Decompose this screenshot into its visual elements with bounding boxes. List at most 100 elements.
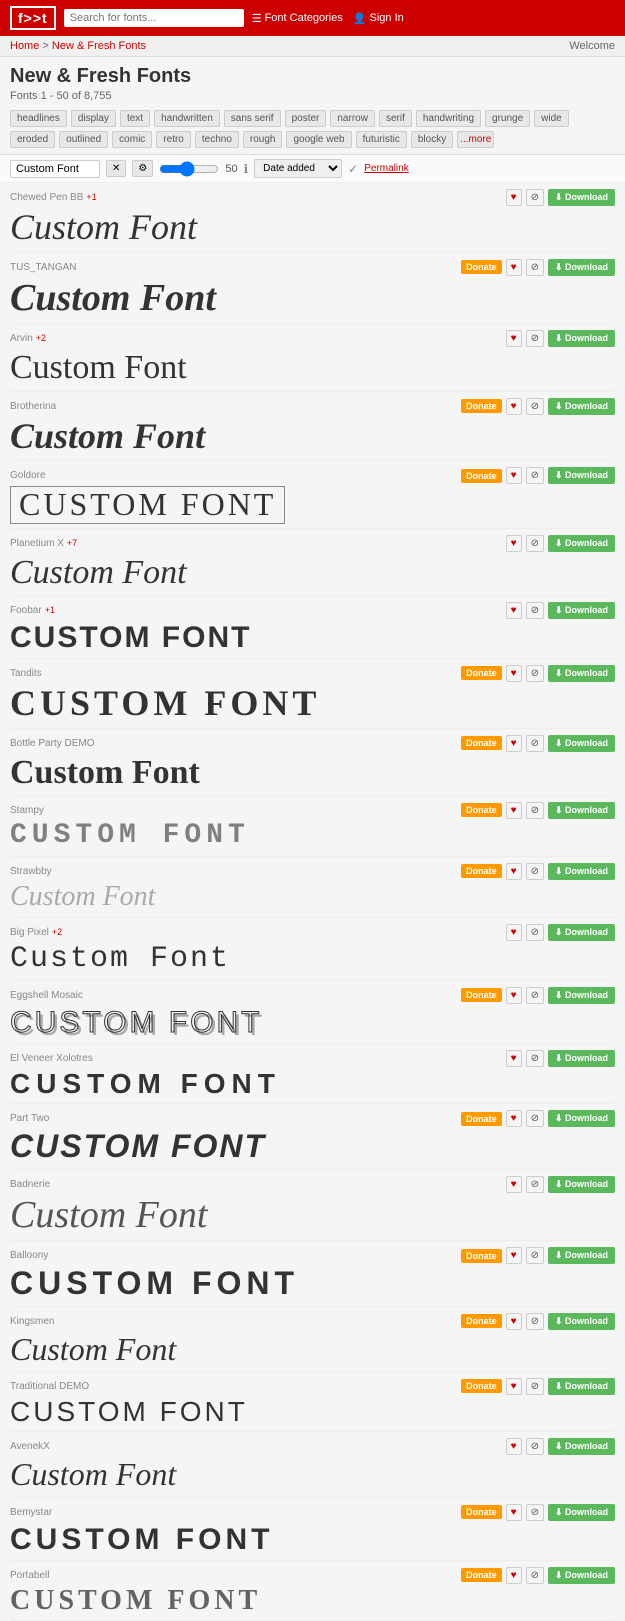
heart-button[interactable]: ♥: [506, 535, 522, 552]
block-button[interactable]: ⊘: [526, 330, 544, 347]
heart-button[interactable]: ♥: [506, 1313, 522, 1330]
block-button[interactable]: ⊘: [526, 802, 544, 819]
download-button[interactable]: ⬇ Download: [548, 1438, 615, 1455]
block-button[interactable]: ⊘: [526, 259, 544, 276]
block-button[interactable]: ⊘: [526, 1567, 544, 1584]
tag-display[interactable]: display: [71, 110, 116, 127]
donate-button[interactable]: Donate: [461, 260, 502, 274]
preview-text-input[interactable]: [10, 160, 100, 178]
tag-more[interactable]: ...more: [457, 131, 494, 148]
heart-button[interactable]: ♥: [506, 802, 522, 819]
font-name-label[interactable]: Bemystar: [10, 1507, 52, 1518]
font-name-label[interactable]: Foobar+1: [10, 605, 55, 616]
font-name-label[interactable]: Strawbby: [10, 866, 52, 877]
breadcrumb-home[interactable]: Home: [10, 40, 39, 52]
block-button[interactable]: ⊘: [526, 1110, 544, 1127]
font-name-label[interactable]: Kingsmen: [10, 1316, 54, 1327]
size-slider[interactable]: [159, 161, 219, 177]
block-button[interactable]: ⊘: [526, 1313, 544, 1330]
heart-button[interactable]: ♥: [506, 259, 522, 276]
font-name-label[interactable]: Eggshell Mosaic: [10, 990, 83, 1001]
font-categories-link[interactable]: ☰ Font Categories: [252, 12, 343, 25]
heart-button[interactable]: ♥: [506, 863, 522, 880]
block-button[interactable]: ⊘: [526, 189, 544, 206]
tag-handwriting[interactable]: handwriting: [416, 110, 481, 127]
permalink-link[interactable]: Permalink: [364, 163, 408, 174]
heart-button[interactable]: ♥: [506, 1567, 522, 1584]
font-name-label[interactable]: AvenekX: [10, 1441, 50, 1452]
download-button[interactable]: ⬇ Download: [548, 665, 615, 682]
font-name-label[interactable]: Stampy: [10, 805, 44, 816]
font-name-label[interactable]: Portabell: [10, 1570, 49, 1581]
font-name-label[interactable]: Traditional DEMO: [10, 1381, 89, 1392]
download-button[interactable]: ⬇ Download: [548, 330, 615, 347]
heart-button[interactable]: ♥: [506, 1176, 522, 1193]
heart-button[interactable]: ♥: [506, 189, 522, 206]
heart-button[interactable]: ♥: [506, 467, 522, 484]
donate-button[interactable]: Donate: [461, 1112, 502, 1126]
font-name-label[interactable]: El Veneer Xolotres: [10, 1053, 93, 1064]
settings-button[interactable]: ⚙: [132, 160, 153, 177]
download-button[interactable]: ⬇ Download: [548, 602, 615, 619]
block-button[interactable]: ⊘: [526, 1247, 544, 1264]
donate-button[interactable]: Donate: [461, 1249, 502, 1263]
download-button[interactable]: ⬇ Download: [548, 467, 615, 484]
download-button[interactable]: ⬇ Download: [548, 189, 615, 206]
tag-outlined[interactable]: outlined: [59, 131, 108, 148]
donate-button[interactable]: Donate: [461, 469, 502, 483]
tag-serif[interactable]: serif: [379, 110, 412, 127]
tag-narrow[interactable]: narrow: [330, 110, 375, 127]
download-button[interactable]: ⬇ Download: [548, 987, 615, 1004]
donate-button[interactable]: Donate: [461, 1568, 502, 1582]
download-button[interactable]: ⬇ Download: [548, 398, 615, 415]
tag-poster[interactable]: poster: [285, 110, 327, 127]
download-button[interactable]: ⬇ Download: [548, 1378, 615, 1395]
download-button[interactable]: ⬇ Download: [548, 1050, 615, 1067]
block-button[interactable]: ⊘: [526, 1438, 544, 1455]
heart-button[interactable]: ♥: [506, 1110, 522, 1127]
tag-wide[interactable]: wide: [534, 110, 569, 127]
tag-rough[interactable]: rough: [243, 131, 283, 148]
download-button[interactable]: ⬇ Download: [548, 1504, 615, 1521]
donate-button[interactable]: Donate: [461, 988, 502, 1002]
donate-button[interactable]: Donate: [461, 736, 502, 750]
donate-button[interactable]: Donate: [461, 1379, 502, 1393]
font-name-label[interactable]: Tandits: [10, 668, 42, 679]
heart-button[interactable]: ♥: [506, 330, 522, 347]
block-button[interactable]: ⊘: [526, 1504, 544, 1521]
download-button[interactable]: ⬇ Download: [548, 735, 615, 752]
block-button[interactable]: ⊘: [526, 1378, 544, 1395]
donate-button[interactable]: Donate: [461, 399, 502, 413]
font-name-label[interactable]: Goldore: [10, 470, 46, 481]
donate-button[interactable]: Donate: [461, 666, 502, 680]
download-button[interactable]: ⬇ Download: [548, 924, 615, 941]
font-name-label[interactable]: Planetium X+7: [10, 538, 77, 549]
tag-retro[interactable]: retro: [156, 131, 191, 148]
download-button[interactable]: ⬇ Download: [548, 802, 615, 819]
tag-handwritten[interactable]: handwritten: [154, 110, 220, 127]
download-button[interactable]: ⬇ Download: [548, 1176, 615, 1193]
breadcrumb-section[interactable]: New & Fresh Fonts: [52, 40, 146, 52]
heart-button[interactable]: ♥: [506, 987, 522, 1004]
heart-button[interactable]: ♥: [506, 1050, 522, 1067]
heart-button[interactable]: ♥: [506, 665, 522, 682]
block-button[interactable]: ⊘: [526, 467, 544, 484]
block-button[interactable]: ⊘: [526, 735, 544, 752]
block-button[interactable]: ⊘: [526, 1050, 544, 1067]
heart-button[interactable]: ♥: [506, 1504, 522, 1521]
heart-button[interactable]: ♥: [506, 1378, 522, 1395]
donate-button[interactable]: Donate: [461, 1314, 502, 1328]
block-button[interactable]: ⊘: [526, 987, 544, 1004]
search-input[interactable]: [64, 9, 244, 27]
block-button[interactable]: ⊘: [526, 665, 544, 682]
download-button[interactable]: ⬇ Download: [548, 863, 615, 880]
reset-button[interactable]: ✕: [106, 160, 126, 177]
block-button[interactable]: ⊘: [526, 535, 544, 552]
download-button[interactable]: ⬇ Download: [548, 259, 615, 276]
tag-headlines[interactable]: headlines: [10, 110, 67, 127]
tag-techno[interactable]: techno: [195, 131, 239, 148]
font-name-label[interactable]: Bottle Party DEMO: [10, 738, 94, 749]
download-button[interactable]: ⬇ Download: [548, 535, 615, 552]
heart-button[interactable]: ♥: [506, 735, 522, 752]
tag-text[interactable]: text: [120, 110, 150, 127]
